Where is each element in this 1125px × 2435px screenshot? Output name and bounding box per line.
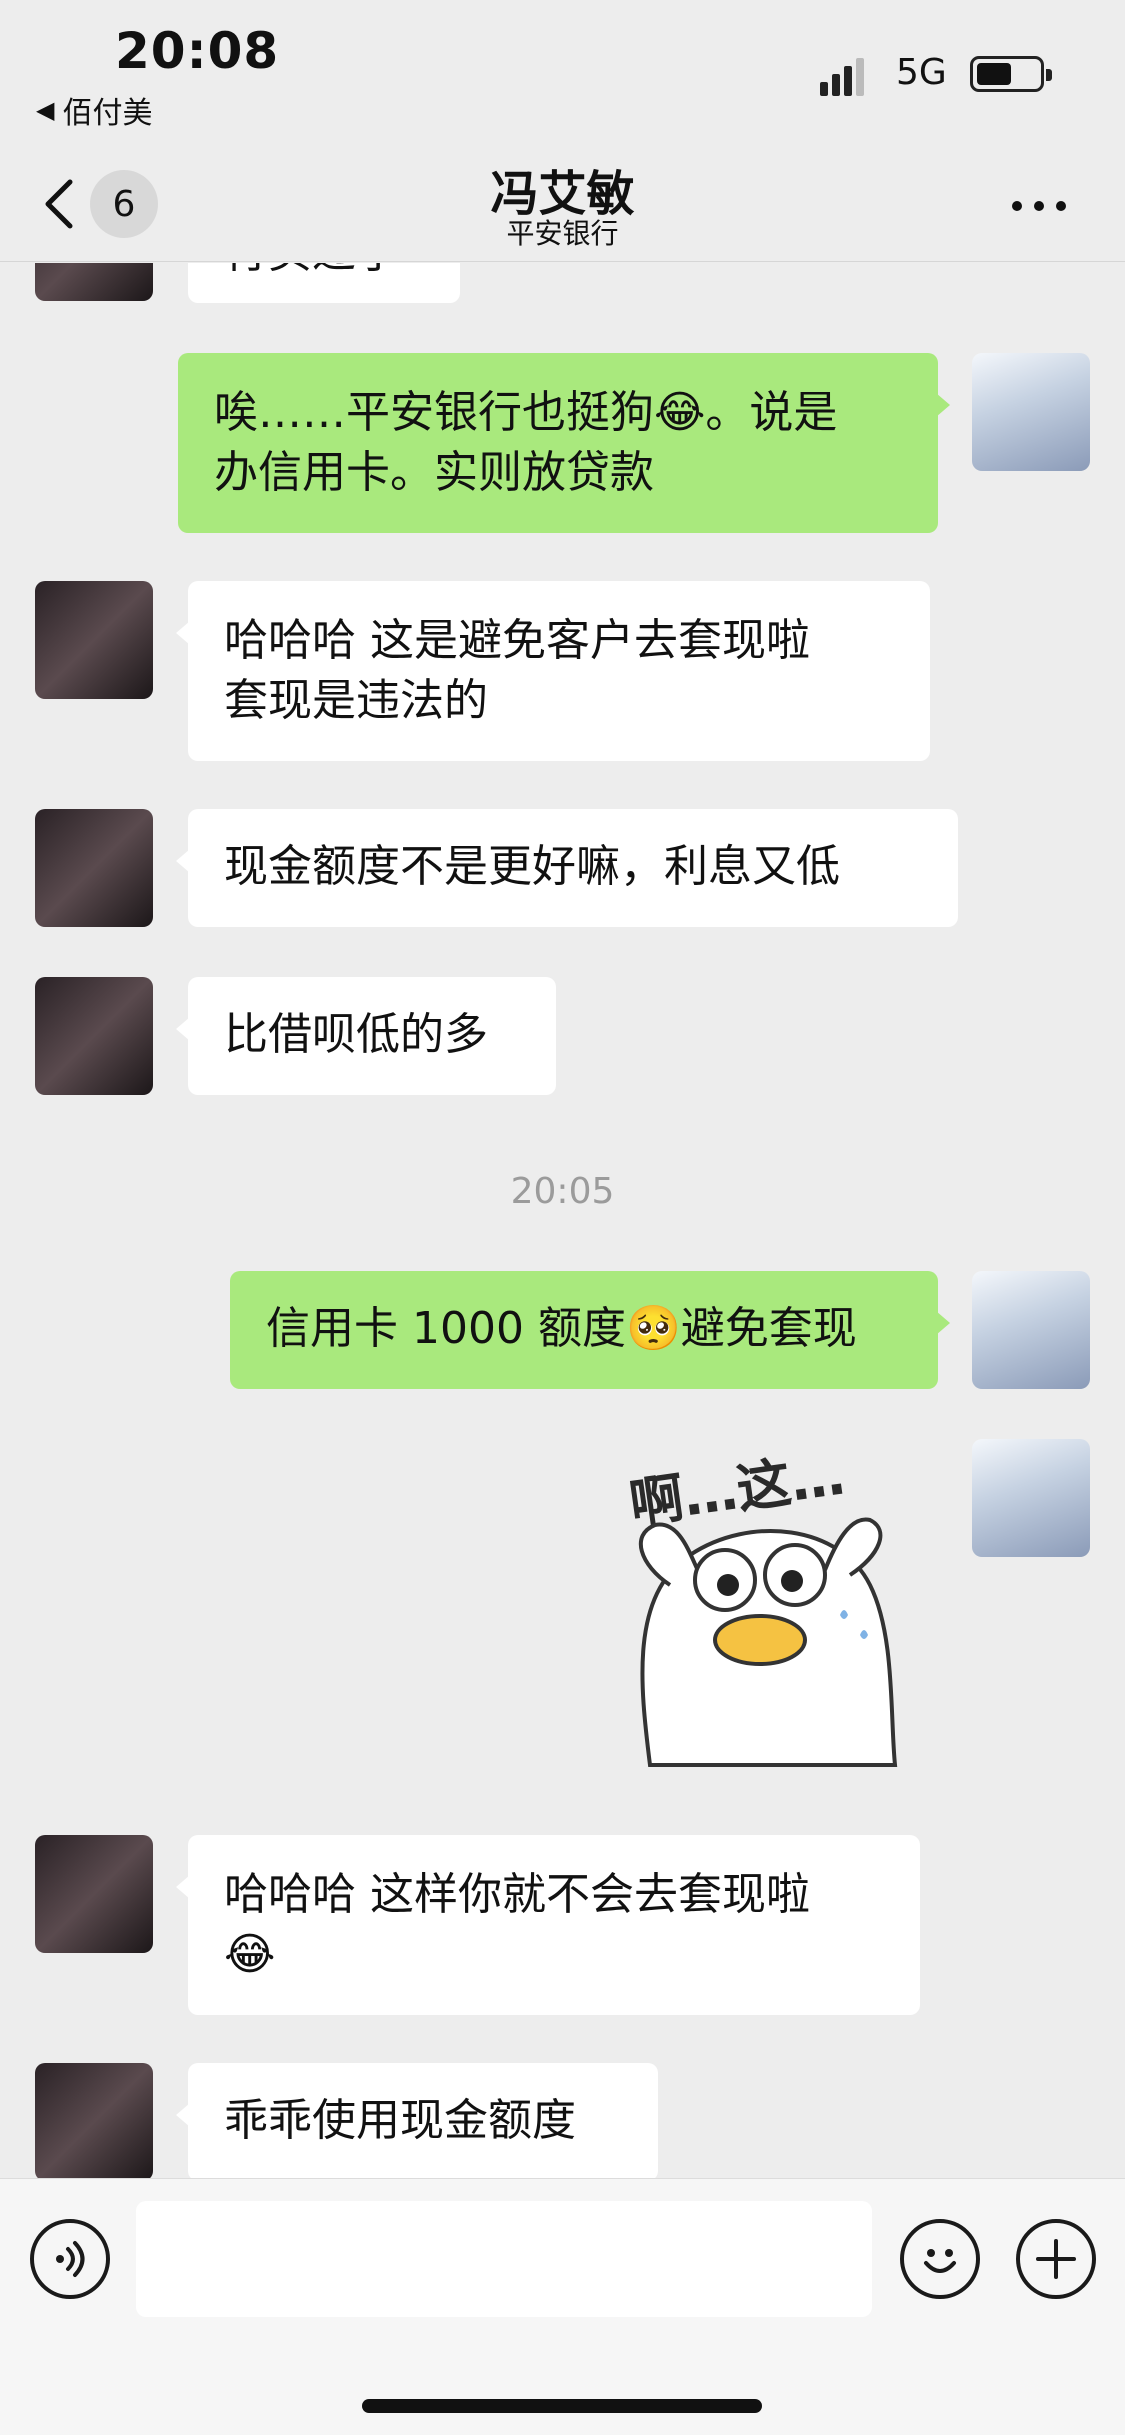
sticker-text: 啊…这… <box>626 1443 849 1535</box>
back-triangle-icon: ◀ <box>36 96 55 124</box>
my-avatar[interactable] <box>972 1271 1090 1389</box>
status-time: 20:08 <box>115 22 280 80</box>
plus-button[interactable] <box>1016 2219 1096 2299</box>
message-bubble[interactable]: 乖乖使用现金额度 <box>176 2063 658 2178</box>
status-bar: 20:08 ◀ 佰付美 5G <box>0 0 1125 150</box>
emoji-button[interactable] <box>900 2219 980 2299</box>
my-avatar[interactable] <box>972 1439 1090 1557</box>
message-bubble[interactable]: 哈哈哈 这样你就不会去套现啦 😂 <box>176 1835 920 2015</box>
contact-avatar[interactable] <box>35 1835 153 1953</box>
contact-avatar[interactable] <box>35 581 153 699</box>
message-bubble[interactable]: 现金额度不是更好嘛，利息又低 <box>176 809 958 927</box>
duck-sticker-image: 啊…这… <box>626 1443 898 1767</box>
back-app-label: 佰付美 <box>62 96 153 131</box>
cellular-signal-icon <box>820 58 864 96</box>
message-bubble[interactable]: 唉……平安银行也挺狗😂。说是 办信用卡。实则放贷款 <box>178 353 950 533</box>
voice-icon <box>56 2241 85 2277</box>
message-bubble[interactable]: 比借呗低的多 <box>176 977 556 1095</box>
chat-header: 6 冯艾敏 平安银行 <box>0 150 1125 262</box>
input-bar <box>0 2178 1125 2435</box>
contact-avatar[interactable] <box>35 263 153 301</box>
my-avatar[interactable] <box>972 353 1090 471</box>
message-bubble[interactable]: 哈哈哈 这是避免客户去套现啦 套现是违法的 <box>176 581 930 761</box>
voice-button[interactable] <box>30 2219 110 2299</box>
more-dots-icon <box>1012 201 1022 211</box>
message-bubble[interactable]: 信用卡 1000 额度🥺避免套现 <box>230 1271 950 1389</box>
contact-avatar[interactable] <box>35 809 153 927</box>
contact-avatar[interactable] <box>35 2063 153 2178</box>
sticker-duck[interactable]: 啊…这… <box>610 1435 940 1785</box>
message-input[interactable] <box>136 2201 872 2317</box>
contact-avatar[interactable] <box>35 977 153 1095</box>
network-type: 5G <box>896 52 947 93</box>
more-options-button[interactable] <box>1012 190 1076 222</box>
home-indicator[interactable] <box>362 2399 762 2413</box>
message-list[interactable]: 行买过了 唉……平安银行也挺狗😂。说是 办信用卡。实则放贷款 哈哈哈 这是避免客… <box>0 263 1125 2178</box>
plus-icon <box>1036 2239 1076 2279</box>
chat-subtitle: 平安银行 <box>506 217 619 250</box>
emoji-icon <box>924 2249 956 2273</box>
message-timestamp: 20:05 <box>510 1171 615 1212</box>
battery-icon <box>970 56 1052 92</box>
back-to-app-link[interactable]: ◀ 佰付美 <box>36 88 152 132</box>
message-bubble[interactable]: 行买过了 <box>188 263 460 303</box>
